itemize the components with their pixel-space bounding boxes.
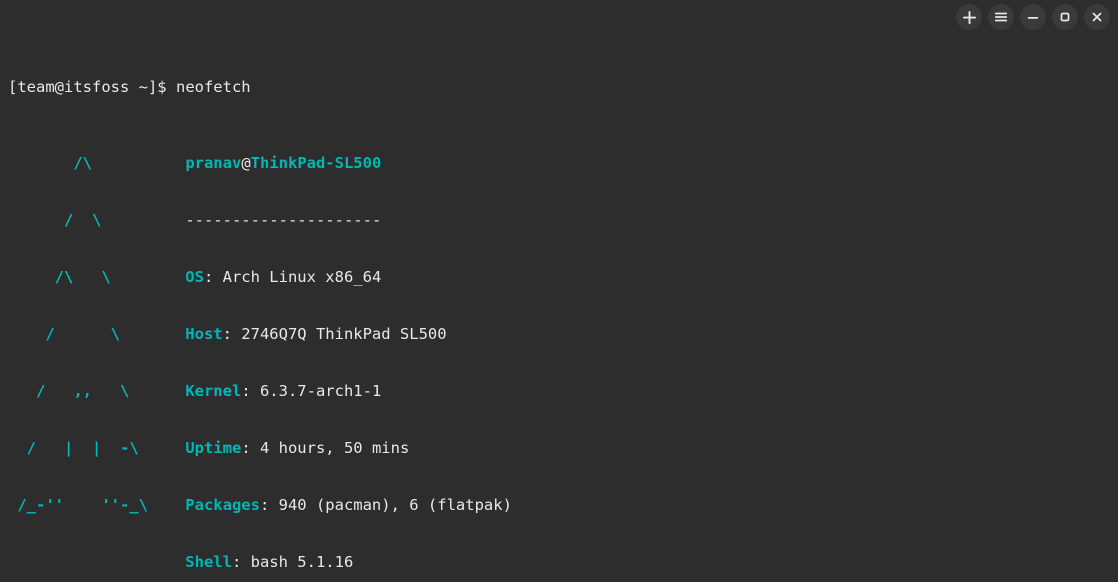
hamburger-icon [994,10,1008,24]
at-sign: @ [241,154,250,172]
ascii-logo-line: /\ [8,154,92,173]
info-key-os: OS [185,268,204,286]
info-key-kernel: Kernel [185,382,241,400]
minimize-button[interactable] [1020,4,1046,30]
titlebar [0,0,1118,34]
ascii-logo-line: / \ [8,211,101,230]
terminal-area[interactable]: [team@itsfoss ~]$ neofetch /\ pranav@Thin… [0,34,1118,582]
ascii-logo-line: / \ [8,325,120,344]
ascii-logo-line: /_-'' ''-_\ [8,496,148,515]
info-val-shell: : bash 5.1.16 [232,553,353,571]
prompt-line-1: [team@itsfoss ~]$ neofetch [8,78,1110,97]
neofetch-user: pranav [185,154,241,172]
info-val-kernel: : 6.3.7-arch1-1 [241,382,381,400]
command-text: neofetch [176,78,251,96]
neofetch-host: ThinkPad-SL500 [251,154,382,172]
info-key-host: Host [185,325,222,343]
new-tab-button[interactable] [956,4,982,30]
close-icon [1090,10,1104,24]
ascii-logo-line: /\ \ [8,268,111,287]
menu-button[interactable] [988,4,1014,30]
ascii-logo-line: / ,, \ [8,382,129,401]
close-button[interactable] [1084,4,1110,30]
maximize-button[interactable] [1052,4,1078,30]
info-key-shell: Shell [185,553,232,571]
ascii-logo-line: / | | -\ [8,439,139,458]
info-val-uptime: : 4 hours, 50 mins [241,439,409,457]
info-key-uptime: Uptime [185,439,241,457]
prompt-text: [team@itsfoss ~]$ [8,78,176,96]
maximize-icon [1058,10,1072,24]
info-val-host: : 2746Q7Q ThinkPad SL500 [223,325,447,343]
terminal-window: [team@itsfoss ~]$ neofetch /\ pranav@Thin… [0,0,1118,582]
info-key-packages: Packages [185,496,260,514]
neofetch-separator: --------------------- [185,211,381,229]
plus-icon [962,10,977,25]
minimize-icon [1026,10,1040,24]
info-val-packages: : 940 (pacman), 6 (flatpak) [260,496,512,514]
info-val-os: : Arch Linux x86_64 [204,268,381,286]
